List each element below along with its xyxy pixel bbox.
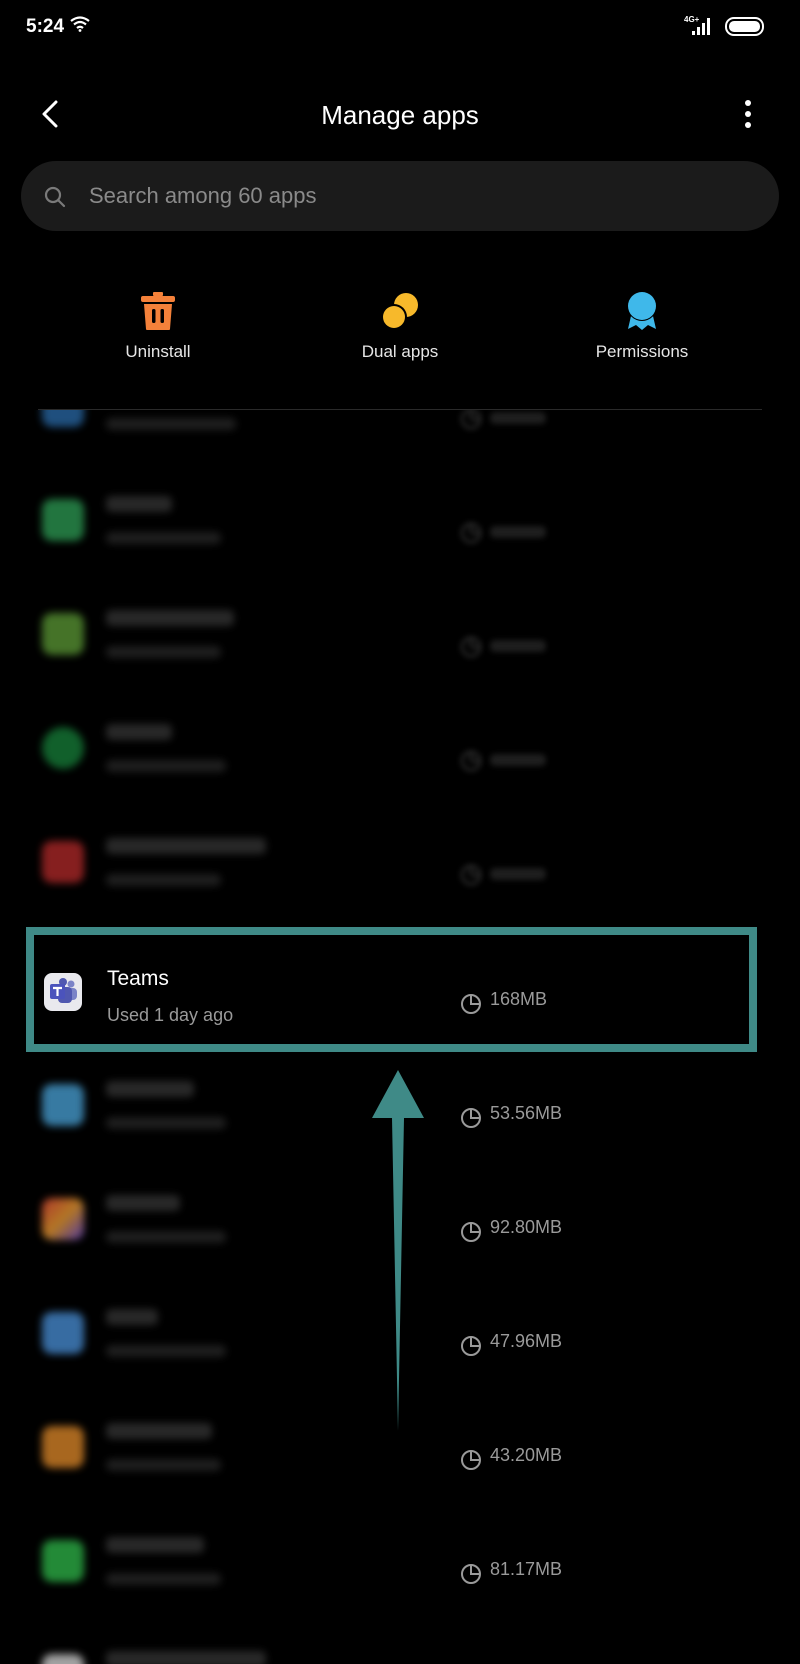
blurred-text bbox=[106, 1423, 212, 1439]
blurred-text bbox=[106, 1195, 180, 1211]
page-title: Manage apps bbox=[321, 100, 479, 130]
blurred-size bbox=[490, 412, 546, 424]
app-size: 92.80MB bbox=[490, 1217, 563, 1237]
app-icon bbox=[42, 1084, 84, 1126]
app-icon bbox=[42, 1540, 84, 1582]
storage-icon bbox=[461, 1222, 481, 1242]
app-icon bbox=[42, 1426, 84, 1468]
app-icon bbox=[42, 841, 84, 883]
blurred-text bbox=[106, 1651, 266, 1664]
status-bar: 5:24 4G+ bbox=[0, 0, 800, 56]
blurred-size bbox=[490, 640, 546, 652]
blurred-text bbox=[106, 724, 172, 740]
more-options-button[interactable] bbox=[736, 96, 760, 132]
teams-app-icon bbox=[44, 973, 82, 1011]
blurred-text bbox=[106, 1081, 194, 1097]
app-icon bbox=[42, 499, 84, 541]
uninstall-label: Uninstall bbox=[125, 342, 191, 361]
app-row-blurred[interactable] bbox=[0, 460, 800, 574]
dual-apps-button[interactable]: Dual apps bbox=[300, 288, 500, 362]
blurred-text bbox=[106, 1345, 226, 1357]
app-name: Teams bbox=[107, 967, 169, 990]
trash-icon bbox=[141, 292, 175, 330]
teams-logo-icon bbox=[50, 978, 77, 1003]
app-icon bbox=[42, 727, 84, 769]
blurred-text bbox=[106, 1537, 204, 1553]
app-row-blurred[interactable] bbox=[0, 802, 800, 916]
app-row-blurred[interactable] bbox=[0, 1615, 800, 1664]
app-row-teams[interactable]: Teams Used 1 day ago 168MB bbox=[0, 931, 800, 1045]
storage-icon bbox=[461, 1450, 481, 1470]
search-bar[interactable] bbox=[21, 161, 779, 231]
blurred-text bbox=[106, 610, 234, 626]
blurred-text bbox=[106, 496, 172, 512]
dual-apps-label: Dual apps bbox=[361, 342, 439, 361]
permissions-button[interactable]: Permissions bbox=[542, 288, 742, 362]
storage-icon bbox=[461, 751, 481, 771]
blurred-size bbox=[490, 526, 546, 538]
header: Manage apps bbox=[0, 86, 800, 142]
search-icon bbox=[44, 186, 66, 208]
blurred-text bbox=[106, 532, 221, 544]
app-size: 81.17MB bbox=[490, 1559, 563, 1579]
blurred-text bbox=[106, 874, 221, 886]
app-size: 168MB bbox=[490, 989, 548, 1009]
dual-circles-icon bbox=[381, 293, 418, 330]
storage-icon bbox=[461, 1564, 481, 1584]
storage-icon bbox=[461, 637, 481, 657]
storage-icon bbox=[461, 994, 481, 1014]
network-type: 4G+ bbox=[684, 15, 700, 24]
blurred-text bbox=[106, 838, 266, 854]
blurred-text bbox=[106, 1117, 226, 1129]
storage-icon bbox=[461, 1336, 481, 1356]
app-icon bbox=[42, 613, 84, 655]
storage-icon bbox=[461, 410, 481, 429]
permissions-label: Permissions bbox=[595, 342, 689, 361]
app-list[interactable]: Teams Used 1 day ago 168MB 53.56MB 92.80… bbox=[0, 410, 800, 1664]
app-row-blurred[interactable] bbox=[0, 574, 800, 688]
app-row[interactable]: 81.17MB bbox=[0, 1501, 800, 1615]
blurred-size bbox=[490, 754, 546, 766]
search-input[interactable] bbox=[87, 161, 739, 231]
status-time: 5:24 bbox=[26, 16, 65, 37]
app-size: 43.20MB bbox=[490, 1445, 563, 1465]
action-bar: Uninstall Dual apps Permissions bbox=[0, 288, 800, 378]
app-icon bbox=[42, 1654, 84, 1664]
blurred-text bbox=[106, 1573, 221, 1585]
up-arrow-annotation bbox=[372, 1070, 424, 1431]
app-size: 47.96MB bbox=[490, 1331, 563, 1351]
uninstall-button[interactable]: Uninstall bbox=[58, 288, 258, 362]
blurred-text bbox=[106, 760, 226, 772]
award-ribbon-icon bbox=[627, 291, 657, 330]
storage-icon bbox=[461, 1108, 481, 1128]
app-icon bbox=[42, 1312, 84, 1354]
signal-icon: 4G+ bbox=[680, 15, 716, 42]
storage-icon bbox=[461, 523, 481, 543]
storage-icon bbox=[461, 865, 481, 885]
blurred-text bbox=[106, 1459, 221, 1471]
battery-icon bbox=[725, 17, 764, 36]
app-row-blurred[interactable] bbox=[0, 688, 800, 802]
app-size: 53.56MB bbox=[490, 1103, 563, 1123]
blurred-text bbox=[106, 418, 236, 430]
blurred-text bbox=[106, 1231, 226, 1243]
app-icon bbox=[42, 1198, 84, 1240]
wifi-icon bbox=[70, 16, 90, 32]
app-icon bbox=[42, 410, 84, 427]
blurred-text bbox=[106, 646, 221, 658]
blurred-size bbox=[490, 868, 546, 880]
app-last-used: Used 1 day ago bbox=[107, 1005, 234, 1025]
app-row-blurred[interactable] bbox=[0, 410, 800, 460]
blurred-text bbox=[106, 1309, 158, 1325]
